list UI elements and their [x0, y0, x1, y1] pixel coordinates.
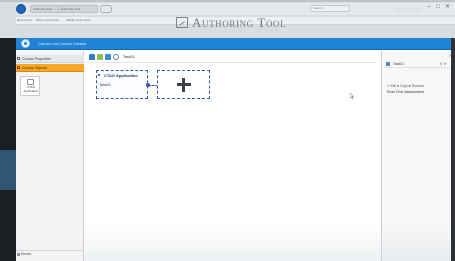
extensions-area [394, 8, 422, 13]
right-bezel [451, 38, 455, 261]
home-button[interactable] [21, 39, 30, 48]
tab-course-creator[interactable]: Course Creator [59, 40, 86, 47]
properties-panel: » Task01 ⚲ ✕ ✎ Edit ⧉ Copy ✖ Remove Real… [381, 51, 455, 261]
edit-copy-remove-actions[interactable]: ✎ Edit ⧉ Copy ✖ Remove [387, 84, 424, 89]
course-objects-label: Course Objects [22, 66, 47, 70]
objects-icon [17, 66, 20, 69]
media-icon [17, 253, 20, 256]
task-icon [386, 62, 390, 66]
course-properties-label: Course Properties [22, 57, 51, 61]
plus-icon-bar [177, 83, 191, 86]
node-title: CTAG Application [100, 73, 138, 78]
toolbar-divider [87, 62, 377, 63]
ctag-application-node[interactable]: CTAG Application Task01 [96, 70, 148, 99]
ctag-application-object[interactable]: CTAG Application [20, 76, 40, 96]
media-header[interactable]: Media [16, 250, 84, 257]
authoring-logo-icon [176, 17, 188, 28]
connector-handle[interactable] [146, 83, 150, 87]
add-icon[interactable] [105, 54, 111, 60]
app-title: Authoring Tool [176, 15, 286, 31]
new-tab-button[interactable] [100, 5, 112, 13]
canvas-bottom-shade [84, 222, 381, 261]
properties-task-label: Task01 [393, 62, 405, 66]
node-title-text: CTAG Application [104, 73, 138, 78]
bookmark-item[interactable]: Other bookmarks [36, 18, 59, 23]
object-label: CTAG Application [21, 85, 41, 93]
mouse-cursor-icon [350, 93, 355, 99]
save-icon[interactable] [89, 54, 95, 60]
tab-course-list[interactable]: Course List [38, 40, 58, 47]
minimize-button[interactable]: – [427, 4, 430, 11]
left-panel: Course Properties Course Objects CTAG Ap… [16, 51, 84, 261]
add-node-button[interactable] [157, 70, 210, 99]
info-icon[interactable] [113, 54, 119, 60]
app-title-text: Authoring Tool [192, 15, 287, 30]
panel-bottom [382, 227, 455, 261]
node-subtitle: Task01 [99, 83, 112, 87]
course-objects-header[interactable]: Course Objects [16, 64, 84, 72]
close-window-button[interactable]: ✕ [445, 4, 450, 11]
bookmark-item[interactable]: Bookmarks [17, 18, 32, 23]
course-properties-header[interactable]: Course Properties [16, 55, 84, 63]
media-label: Media [21, 252, 31, 256]
frame-strip [0, 0, 455, 2]
properties-header: Task01 ⚲ ✕ [386, 61, 452, 68]
object-label-line2: Application [23, 88, 39, 93]
bookmark-item[interactable]: Mobile bookmarks [66, 18, 90, 23]
browser-logo-icon[interactable] [16, 4, 26, 14]
browser-tab-2[interactable]: Authoring Tool [58, 5, 98, 13]
task-label[interactable]: Task01 [123, 54, 135, 60]
properties-icon [17, 57, 20, 60]
pin-close-icons[interactable]: ⚲ ✕ [440, 61, 447, 67]
ribbon: Course List Course Creator [16, 38, 455, 50]
screen: Authoring Tool Authoring Tool Search – □… [0, 0, 455, 261]
edit-icon[interactable] [97, 54, 103, 60]
maximize-button[interactable]: □ [436, 4, 440, 11]
assessment-type-label: Real-Time Assessment [387, 90, 424, 94]
bezel-glare [0, 150, 16, 190]
search-input[interactable]: Search [310, 5, 350, 12]
